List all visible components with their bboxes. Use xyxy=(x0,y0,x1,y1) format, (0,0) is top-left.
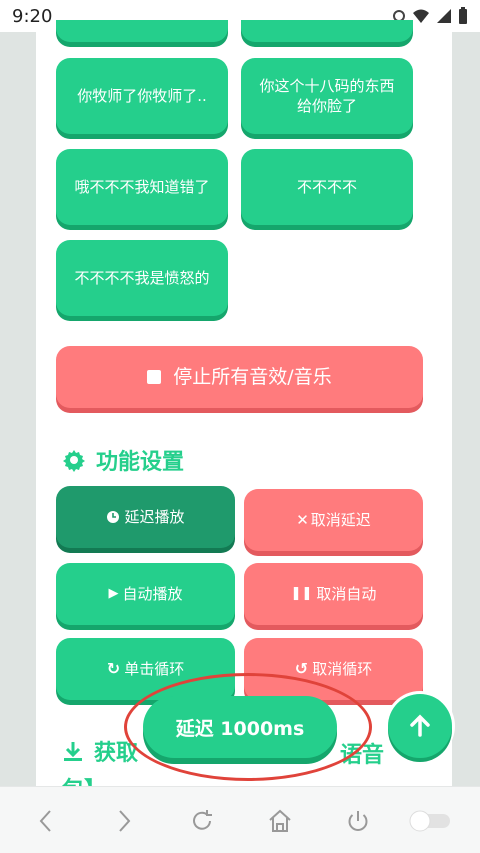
auto-play-label: 自动播放 xyxy=(122,585,183,603)
chevron-left-icon xyxy=(39,810,51,832)
cancel-auto-button[interactable]: ❚❚ 取消自动 xyxy=(244,563,423,625)
sound-button-partial-right[interactable] xyxy=(241,20,413,42)
signal-icon xyxy=(437,9,451,23)
loop-single-label: 单击循环 xyxy=(124,660,185,678)
delay-play-button[interactable]: 延迟播放 xyxy=(56,486,235,548)
refresh-icon xyxy=(193,810,212,830)
clock-icon xyxy=(107,511,120,523)
stop-icon xyxy=(147,370,162,384)
nav-back-button[interactable] xyxy=(30,805,62,837)
highlight-ring xyxy=(124,673,372,781)
undo-icon: ↺ xyxy=(294,659,309,678)
sound-button-label: 你牧师了你牧师了.. xyxy=(77,87,207,105)
arrow-up-icon xyxy=(410,714,430,737)
sound-button-label: 哦不不不我知道错了 xyxy=(74,178,210,196)
nav-forward-button[interactable] xyxy=(108,805,140,837)
nav-power-button[interactable] xyxy=(342,805,374,837)
status-time: 9:20 xyxy=(12,5,53,27)
cancel-delay-label: 取消延迟 xyxy=(310,511,371,529)
scroll-top-button[interactable] xyxy=(388,694,452,758)
battery-icon xyxy=(459,7,467,24)
nav-toggle-switch[interactable] xyxy=(408,805,452,837)
auto-play-button[interactable]: ▶ 自动播放 xyxy=(56,563,235,625)
home-icon xyxy=(269,809,291,832)
sound-button[interactable]: 不不不不我是愤怒的 xyxy=(56,240,228,316)
download-icon xyxy=(64,742,82,761)
right-gutter xyxy=(452,32,480,786)
close-icon: ✕ xyxy=(296,511,309,529)
pause-icon: ❚❚ xyxy=(290,586,313,601)
refresh-icon: ↻ xyxy=(106,659,121,678)
delay-play-label: 延迟播放 xyxy=(124,508,185,526)
bottom-nav-bar xyxy=(0,786,480,853)
sound-button-partial-left[interactable] xyxy=(56,20,228,42)
settings-title-text: 功能设置 xyxy=(96,450,185,475)
cancel-auto-label: 取消自动 xyxy=(316,585,377,603)
sound-button[interactable]: 不不不不 xyxy=(241,149,413,225)
sound-button-label: 不不不不 xyxy=(296,178,357,196)
power-icon xyxy=(348,811,368,831)
nav-home-button[interactable] xyxy=(264,805,296,837)
cancel-delay-button[interactable]: ✕ 取消延迟 xyxy=(244,489,423,551)
chevron-right-icon xyxy=(119,810,131,832)
cancel-loop-label: 取消循环 xyxy=(312,660,373,678)
gear-icon xyxy=(63,450,85,472)
left-gutter xyxy=(0,32,36,786)
sound-button-label: 不不不不我是愤怒的 xyxy=(74,269,210,287)
toggle-icon xyxy=(409,810,450,832)
wifi-icon xyxy=(413,9,429,23)
sound-button[interactable]: 你牧师了你牧师了.. xyxy=(56,58,228,134)
stop-all-label: 停止所有音效/音乐 xyxy=(173,366,332,388)
settings-section-title: 功能设置 xyxy=(62,444,184,476)
stop-all-button[interactable]: 停止所有音效/音乐 xyxy=(56,346,423,408)
sound-button[interactable]: 你这个十八码的东西给你脸了 xyxy=(241,58,413,134)
nav-refresh-button[interactable] xyxy=(186,805,218,837)
sound-button-label: 你这个十八码的东西给你脸了 xyxy=(259,77,395,115)
sound-button[interactable]: 哦不不不我知道错了 xyxy=(56,149,228,225)
play-icon: ▶ xyxy=(108,586,119,601)
